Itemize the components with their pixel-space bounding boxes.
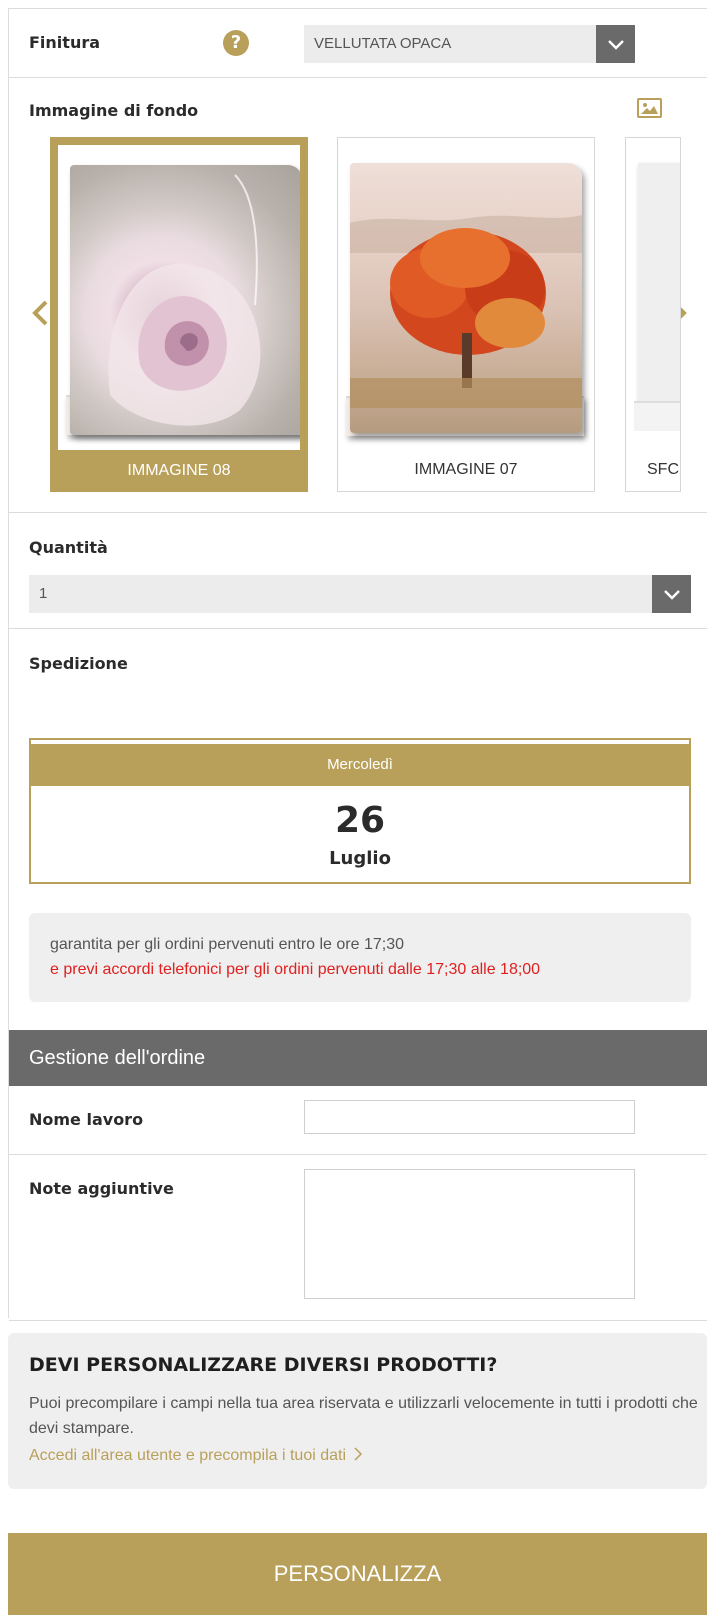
promo-title: DEVI PERSONALIZZARE DIVERSI PRODOTTI? [29,1354,498,1376]
delivery-month: Luglio [329,848,391,869]
background-image-label: Immagine di fondo [29,101,199,120]
chevron-down-icon[interactable] [652,575,691,613]
carousel-prev-icon[interactable] [30,298,50,328]
job-name-label: Nome lavoro [29,1110,144,1129]
background-image-card-07[interactable]: IMMAGINE 07 [337,137,595,492]
finitura-selected-value: VELLUTATA OPACA [314,35,452,52]
shipping-note-guarantee: garantita per gli ordini pervenuti entro… [50,936,404,953]
precompile-promo: DEVI PERSONALIZZARE DIVERSI PRODOTTI? Pu… [8,1333,707,1489]
background-image-card-08[interactable]: IMMAGINE 08 [50,137,308,492]
divider [9,1320,707,1321]
finitura-label: Finitura [29,33,101,52]
delivery-weekday: Mercoledì [31,744,689,786]
card-caption: SFC [647,461,679,478]
chevron-right-icon [354,1447,363,1461]
divider [9,512,707,513]
delivery-date-box[interactable]: Mercoledì 26 Luglio [29,738,691,884]
shipping-note-warning: e previ accordi telefonici per gli ordin… [50,961,541,978]
quantity-label: Quantità [29,538,108,557]
divider [9,628,707,629]
finitura-select[interactable]: VELLUTATA OPACA [304,25,635,63]
user-area-link[interactable]: Accedi all'area utente e precompila i tu… [29,1447,363,1465]
quantity-selected-value: 1 [39,585,48,602]
quantity-select[interactable]: 1 [29,575,691,613]
order-management-header: Gestione dell'ordine [9,1030,707,1086]
divider [9,77,707,78]
question-circle-icon[interactable]: ? [223,30,249,56]
divider [9,1154,707,1155]
personalize-button[interactable]: PERSONALIZZA [8,1533,707,1615]
promo-description: Puoi precompilare i campi nella tua area… [29,1395,698,1437]
background-image-card-partial[interactable]: SFC [625,137,681,492]
notes-textarea[interactable] [304,1169,635,1299]
notes-label: Note aggiuntive [29,1179,174,1198]
delivery-day: 26 [334,800,386,841]
shipping-note: garantita per gli ordini pervenuti entro… [29,913,691,1002]
partial-thumbnail [638,163,680,413]
shipping-label: Spedizione [29,654,128,673]
chevron-down-icon[interactable] [596,25,635,63]
rose-thumbnail [70,165,300,435]
card-caption: IMMAGINE 08 [58,450,300,492]
card-base [634,401,680,431]
autumn-tree-thumbnail [350,163,582,433]
card-caption: IMMAGINE 07 [414,461,518,478]
user-area-link-label: Accedi all'area utente e precompila i tu… [29,1447,347,1464]
image-icon[interactable] [637,98,662,118]
job-name-input[interactable] [304,1100,635,1134]
